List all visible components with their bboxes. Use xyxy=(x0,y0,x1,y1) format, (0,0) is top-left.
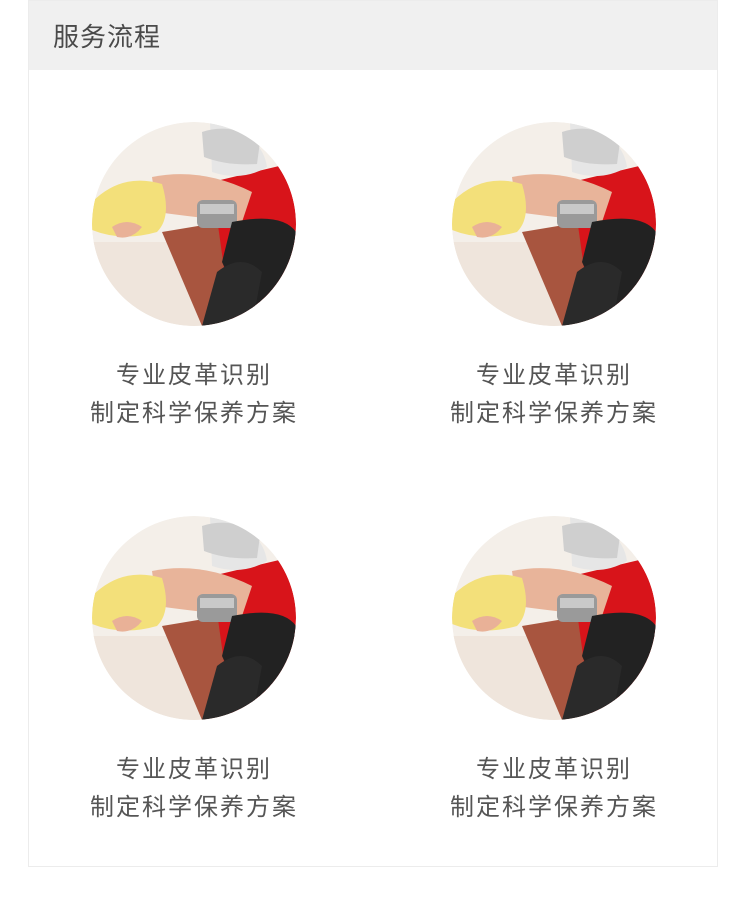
step-caption-line2: 制定科学保养方案 xyxy=(450,793,658,821)
step-caption-line1: 专业皮革识别 xyxy=(476,361,632,389)
step-caption-line1: 专业皮革识别 xyxy=(476,755,632,783)
step-caption-line1: 专业皮革识别 xyxy=(116,361,272,389)
panel-header: 服务流程 xyxy=(29,1,717,70)
section-title: 服务流程 xyxy=(53,23,162,53)
step-caption-line2: 制定科学保养方案 xyxy=(90,793,298,821)
steps-grid: 专业皮革识别 制定科学保养方案 专业皮革识别 制定科学保养方案 专业皮革识别 制… xyxy=(29,70,717,868)
leather-care-photo-icon xyxy=(92,516,296,720)
service-process-panel: 服务流程 专业皮革识别 制定科学保养方案 专业皮革识别 制定科学保养方案 专业皮… xyxy=(28,0,718,867)
step-card-4: 专业皮革识别 制定科学保养方案 xyxy=(389,516,719,826)
step-caption: 专业皮革识别 制定科学保养方案 xyxy=(90,750,298,826)
leather-care-photo-icon xyxy=(92,122,296,326)
step-card-2: 专业皮革识别 制定科学保养方案 xyxy=(389,122,719,432)
step-caption: 专业皮革识别 制定科学保养方案 xyxy=(90,356,298,432)
step-caption-line2: 制定科学保养方案 xyxy=(90,399,298,427)
leather-care-photo-icon xyxy=(452,122,656,326)
step-caption: 专业皮革识别 制定科学保养方案 xyxy=(450,356,658,432)
step-card-1: 专业皮革识别 制定科学保养方案 xyxy=(29,122,359,432)
step-caption-line1: 专业皮革识别 xyxy=(116,755,272,783)
step-caption-line2: 制定科学保养方案 xyxy=(450,399,658,427)
step-caption: 专业皮革识别 制定科学保养方案 xyxy=(450,750,658,826)
step-card-3: 专业皮革识别 制定科学保养方案 xyxy=(29,516,359,826)
leather-care-photo-icon xyxy=(452,516,656,720)
